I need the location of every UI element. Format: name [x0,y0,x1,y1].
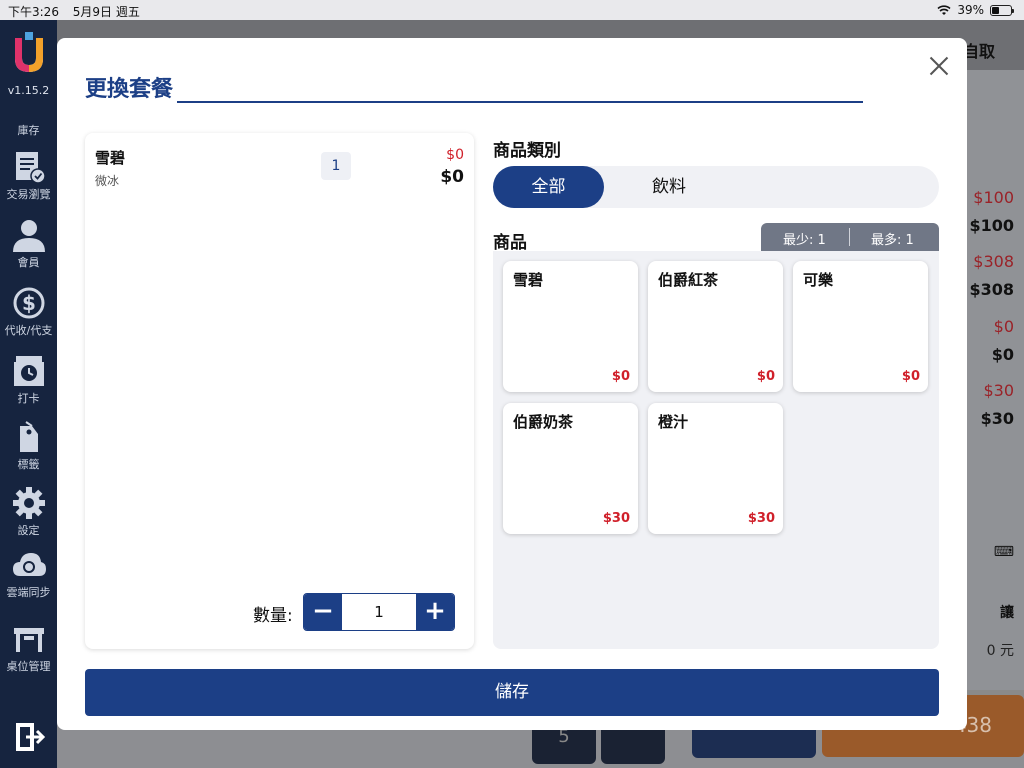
quantity-value[interactable]: 1 [342,594,416,630]
selected-item-original-price: $0 [446,147,464,163]
background-price: $30 [983,381,1014,400]
sidebar-item-label: 會員 [17,256,40,269]
selected-item-price: $0 [440,167,464,187]
logout-button[interactable] [0,720,57,756]
quantity-label: 數量: [253,606,293,626]
sidebar-item-member[interactable]: 會員 [0,218,57,270]
category-tabs: 全部 飲料 [493,166,939,208]
sidebar-item-collect-pay[interactable]: $ 代收/代支 [0,286,57,338]
tab-drinks[interactable]: 飲料 [604,166,734,208]
clock-in-icon [12,354,46,388]
sidebar-item-label: 雲端同步 [6,586,51,599]
user-icon [12,218,46,252]
background-price: $308 [969,280,1014,299]
status-time: 下午3:26 [8,5,59,19]
product-card[interactable]: 橙汁 $30 [648,403,783,534]
logout-icon [12,720,46,754]
status-bar: 下午3:26 5月9日 週五 39% [0,0,1024,20]
selected-item-note: 微冰 [95,174,120,188]
background-price: $0 [993,317,1014,336]
status-date: 5月9日 週五 [72,5,140,19]
background-price: $30 [980,409,1014,428]
battery-percent: 39% [957,3,984,17]
background-price: $308 [973,252,1014,271]
app-version: v1.15.2 [7,84,50,97]
modal-title: 更換套餐 [85,77,174,102]
selected-item-qty-badge: 1 [321,152,351,180]
product-name: 橙汁 [658,413,689,431]
gear-icon [12,486,46,520]
background-price: $0 [991,345,1014,364]
box-icon [12,106,46,120]
background-price: $100 [969,216,1014,235]
sidebar-item-settings[interactable]: 設定 [0,486,57,538]
sidebar-item-label: 標籤 [17,458,40,471]
sidebar-item-transactions[interactable]: 交易瀏覽 [0,150,57,202]
dollar-icon: $ [12,286,46,320]
product-card[interactable]: 伯爵紅茶 $0 [648,261,783,392]
tag-icon [12,420,46,454]
battery-icon [990,4,1014,16]
quantity-stepper: − 1 + [303,593,455,631]
product-price: $0 [756,369,775,384]
sidebar-item-label: 設定 [17,524,40,537]
product-name: 伯爵紅茶 [658,271,719,289]
change-set-meal-modal: 更換套餐 雪碧 微冰 1 $0 $0 數量: − 1 + 商品類別 全部 飲料 … [57,38,967,730]
wifi-icon [937,4,951,15]
product-card[interactable]: 雪碧 $0 [503,261,638,392]
sidebar: v1.15.2 庫存 交易瀏覽 會員 $ 代收/代支 打卡 標籤 設定 雲端同步… [0,20,57,768]
limit-divider [849,228,850,246]
receipt-icon [12,150,46,184]
limit-max: 最多: 1 [871,233,914,248]
limit-min: 最少: 1 [783,233,826,248]
close-button[interactable] [927,54,951,78]
sidebar-item-table-management[interactable]: 桌位管理 [0,622,57,674]
product-card[interactable]: 伯爵奶茶 $30 [503,403,638,534]
tab-all[interactable]: 全部 [493,166,604,208]
sidebar-item-label: 桌位管理 [6,660,51,673]
background-price: $100 [973,188,1014,207]
product-name: 雪碧 [513,271,544,289]
increment-button[interactable]: + [416,594,454,630]
product-price: $0 [901,369,920,384]
selected-item-name: 雪碧 [95,149,126,167]
background-discount-label: 讓 [1000,605,1014,621]
svg-text:$: $ [22,291,36,315]
app-logo [15,32,43,72]
product-card[interactable]: 可樂 $0 [793,261,928,392]
sidebar-item-label: 打卡 [17,392,40,405]
selection-limit: 最少: 1 最多: 1 [761,223,939,251]
table-icon [12,622,46,656]
keyboard-icon: ⌨ [993,544,1014,560]
product-name: 可樂 [803,271,834,289]
product-price: $30 [747,511,775,526]
background-order-list: $100 $100 $308 $308 $0 $0 $30 $30 ⌨ 讓 0 … [967,70,1024,690]
save-button[interactable]: 儲存 [85,669,939,716]
sidebar-item-clock-in[interactable]: 打卡 [0,354,57,406]
sidebar-item-label: 交易瀏覽 [6,188,51,201]
decrement-button[interactable]: − [304,594,342,630]
selected-item-panel: 雪碧 微冰 1 $0 $0 數量: − 1 + [85,133,474,649]
cloud-sync-icon [12,548,46,582]
sidebar-item-inventory[interactable]: 庫存 [0,106,57,138]
product-name: 伯爵奶茶 [513,413,574,431]
background-discount-value: 0 元 [986,643,1014,659]
background-pickup-label: 自取 [963,42,996,61]
sidebar-item-label: 代收/代支 [4,324,53,337]
product-grid: 雪碧 $0 伯爵紅茶 $0 可樂 $0 伯爵奶茶 $30 橙汁 $30 [493,251,939,649]
product-label: 商品 [493,233,527,253]
product-price: $0 [611,369,630,384]
sidebar-item-tag[interactable]: 標籤 [0,420,57,472]
product-price: $30 [602,511,630,526]
category-label: 商品類別 [493,141,561,161]
sidebar-item-label: 庫存 [17,124,40,137]
title-underline [177,101,863,103]
sidebar-item-cloud-sync[interactable]: 雲端同步 [0,548,57,600]
